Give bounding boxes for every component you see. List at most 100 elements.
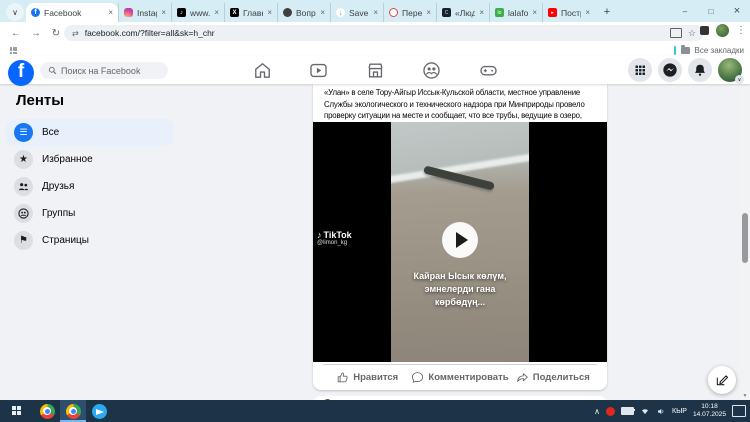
taskbar-clock[interactable]: 10:18 14.07.2025 — [693, 403, 726, 419]
sidebar-item-pages[interactable]: Страницы — [6, 227, 174, 254]
tab-x-home[interactable]: Главная / — [224, 3, 277, 22]
close-tab-icon[interactable] — [426, 8, 431, 17]
comment-icon — [411, 371, 424, 384]
start-button[interactable] — [0, 400, 34, 422]
close-tab-icon[interactable] — [320, 8, 325, 17]
sidebar-item-friends[interactable]: Друзья — [6, 173, 174, 200]
like-button[interactable]: Нравится — [323, 371, 411, 384]
tab-search-chevron-icon[interactable] — [6, 3, 24, 21]
caption-line: эмнелерди гана — [391, 283, 529, 296]
caption-line: Кайран Ысык көлүм, — [391, 270, 529, 283]
back-icon[interactable] — [6, 28, 26, 39]
browser-toolbar-right — [700, 24, 746, 37]
url-omnibox[interactable]: facebook.com/?filter=all&sk=h_chr — [64, 25, 704, 41]
scroll-down-icon[interactable] — [740, 392, 750, 400]
share-label: Поделиться — [533, 372, 590, 383]
tab-tiktok[interactable]: www.tikto — [171, 3, 224, 22]
site-info-icon[interactable] — [72, 29, 79, 38]
marketplace-tab[interactable] — [355, 61, 395, 80]
sidebar-item-groups[interactable]: Группы — [6, 200, 174, 227]
post-text[interactable]: «Улан» в селе Тору-Айгыр Иссык-Кульской … — [313, 84, 607, 122]
bookmark-star-icon[interactable] — [688, 28, 696, 39]
apps-menu-icon — [634, 64, 646, 76]
notifications-button[interactable] — [688, 58, 712, 82]
tab-savefrom[interactable]: SaveFrom — [330, 3, 383, 22]
menu-button[interactable] — [628, 58, 652, 82]
x-favicon — [230, 8, 239, 17]
apps-grid-icon[interactable] — [10, 47, 17, 54]
minimize-button[interactable] — [672, 0, 698, 22]
sidebar-item-label: Друзья — [42, 181, 74, 192]
tab-voprosy[interactable]: Вопросы — [277, 3, 330, 22]
tab-youtube[interactable]: Пострад — [542, 3, 595, 22]
sidebar-item-favorites[interactable]: Избранное — [6, 146, 174, 173]
browser-menu-icon[interactable] — [736, 25, 746, 36]
tab-instagram[interactable]: Instagram — [118, 3, 171, 22]
flag-icon — [14, 231, 33, 250]
tab-label: Вопросы — [296, 8, 316, 18]
maximize-button[interactable] — [698, 0, 724, 22]
tray-expand-icon[interactable] — [594, 407, 600, 416]
sidebar-item-all[interactable]: Все — [6, 119, 174, 146]
close-tab-icon[interactable] — [267, 8, 272, 17]
tab-lalafo[interactable]: lalafo.kg — [489, 3, 542, 22]
tab-label: Главная / — [243, 8, 263, 18]
tray-app-icon[interactable] — [606, 407, 615, 416]
watch-tab[interactable] — [299, 61, 339, 80]
tab-facebook[interactable]: Facebook — [26, 3, 118, 22]
network-icon[interactable] — [640, 407, 650, 416]
taskbar-chrome-1[interactable] — [34, 400, 60, 422]
groups-tab[interactable] — [412, 61, 452, 80]
close-tab-icon[interactable] — [373, 8, 378, 17]
forward-icon[interactable] — [26, 28, 46, 39]
tab-lyudi[interactable]: «Люди н — [436, 3, 489, 22]
close-tab-icon[interactable] — [214, 8, 219, 17]
taskbar-telegram[interactable] — [86, 400, 112, 422]
feeds-sidebar: Ленты Все Избранное Друзья — [6, 84, 174, 254]
like-icon — [336, 371, 349, 384]
close-window-button[interactable] — [724, 0, 750, 22]
taskbar-chrome-2-active[interactable] — [60, 400, 86, 422]
tab-label: Facebook — [44, 8, 104, 18]
gaming-tab[interactable] — [468, 61, 508, 80]
tiktok-handle: @limon_kg — [317, 240, 352, 246]
search-input[interactable]: Поиск на Facebook — [40, 62, 168, 79]
facebook-logo[interactable] — [8, 60, 34, 86]
reload-icon[interactable] — [46, 28, 66, 39]
sidebar-item-label: Избранное — [42, 154, 93, 165]
page-scrollbar[interactable] — [740, 56, 750, 400]
tab-perevod[interactable]: Перевод — [383, 3, 436, 22]
share-button[interactable]: Поделиться — [509, 371, 597, 384]
close-tab-icon[interactable] — [161, 8, 166, 17]
home-tab[interactable] — [242, 61, 282, 80]
volume-icon[interactable] — [656, 407, 666, 416]
close-tab-icon[interactable] — [532, 8, 537, 17]
telegram-icon — [92, 404, 107, 419]
profile-avatar[interactable] — [718, 58, 742, 82]
close-tab-icon[interactable] — [585, 8, 590, 17]
play-button[interactable] — [442, 222, 478, 258]
compose-post-button[interactable] — [708, 366, 736, 394]
language-indicator[interactable]: КЫР — [672, 408, 687, 415]
messenger-button[interactable] — [658, 58, 682, 82]
comment-button[interactable]: Комментировать — [411, 371, 508, 384]
scrollbar-thumb[interactable] — [742, 213, 748, 263]
battery-icon[interactable] — [621, 407, 634, 415]
action-center-icon[interactable] — [732, 405, 746, 417]
extension-icon[interactable] — [700, 26, 709, 35]
tab-label: Пострад — [561, 8, 581, 18]
close-tab-icon[interactable] — [479, 8, 484, 17]
folder-icon — [681, 47, 690, 54]
clock-date: 14.07.2025 — [693, 411, 726, 419]
lalafo-favicon — [495, 8, 504, 17]
bookmarks-divider — [674, 46, 676, 55]
post-actions: Нравится Комментировать Поделиться — [323, 364, 597, 390]
close-tab-icon[interactable] — [108, 8, 113, 17]
post-video-player[interactable]: TikTok @limon_kg Кайран Ысык көлүм, эмне… — [313, 122, 607, 362]
save-page-icon[interactable] — [670, 28, 682, 38]
all-bookmarks-button[interactable]: Все закладки — [674, 44, 744, 56]
new-tab-button[interactable] — [599, 4, 615, 20]
clock-time: 10:18 — [693, 403, 726, 411]
url-text[interactable]: facebook.com/?filter=all&sk=h_chr — [85, 28, 664, 38]
browser-profile-avatar[interactable] — [716, 24, 729, 37]
